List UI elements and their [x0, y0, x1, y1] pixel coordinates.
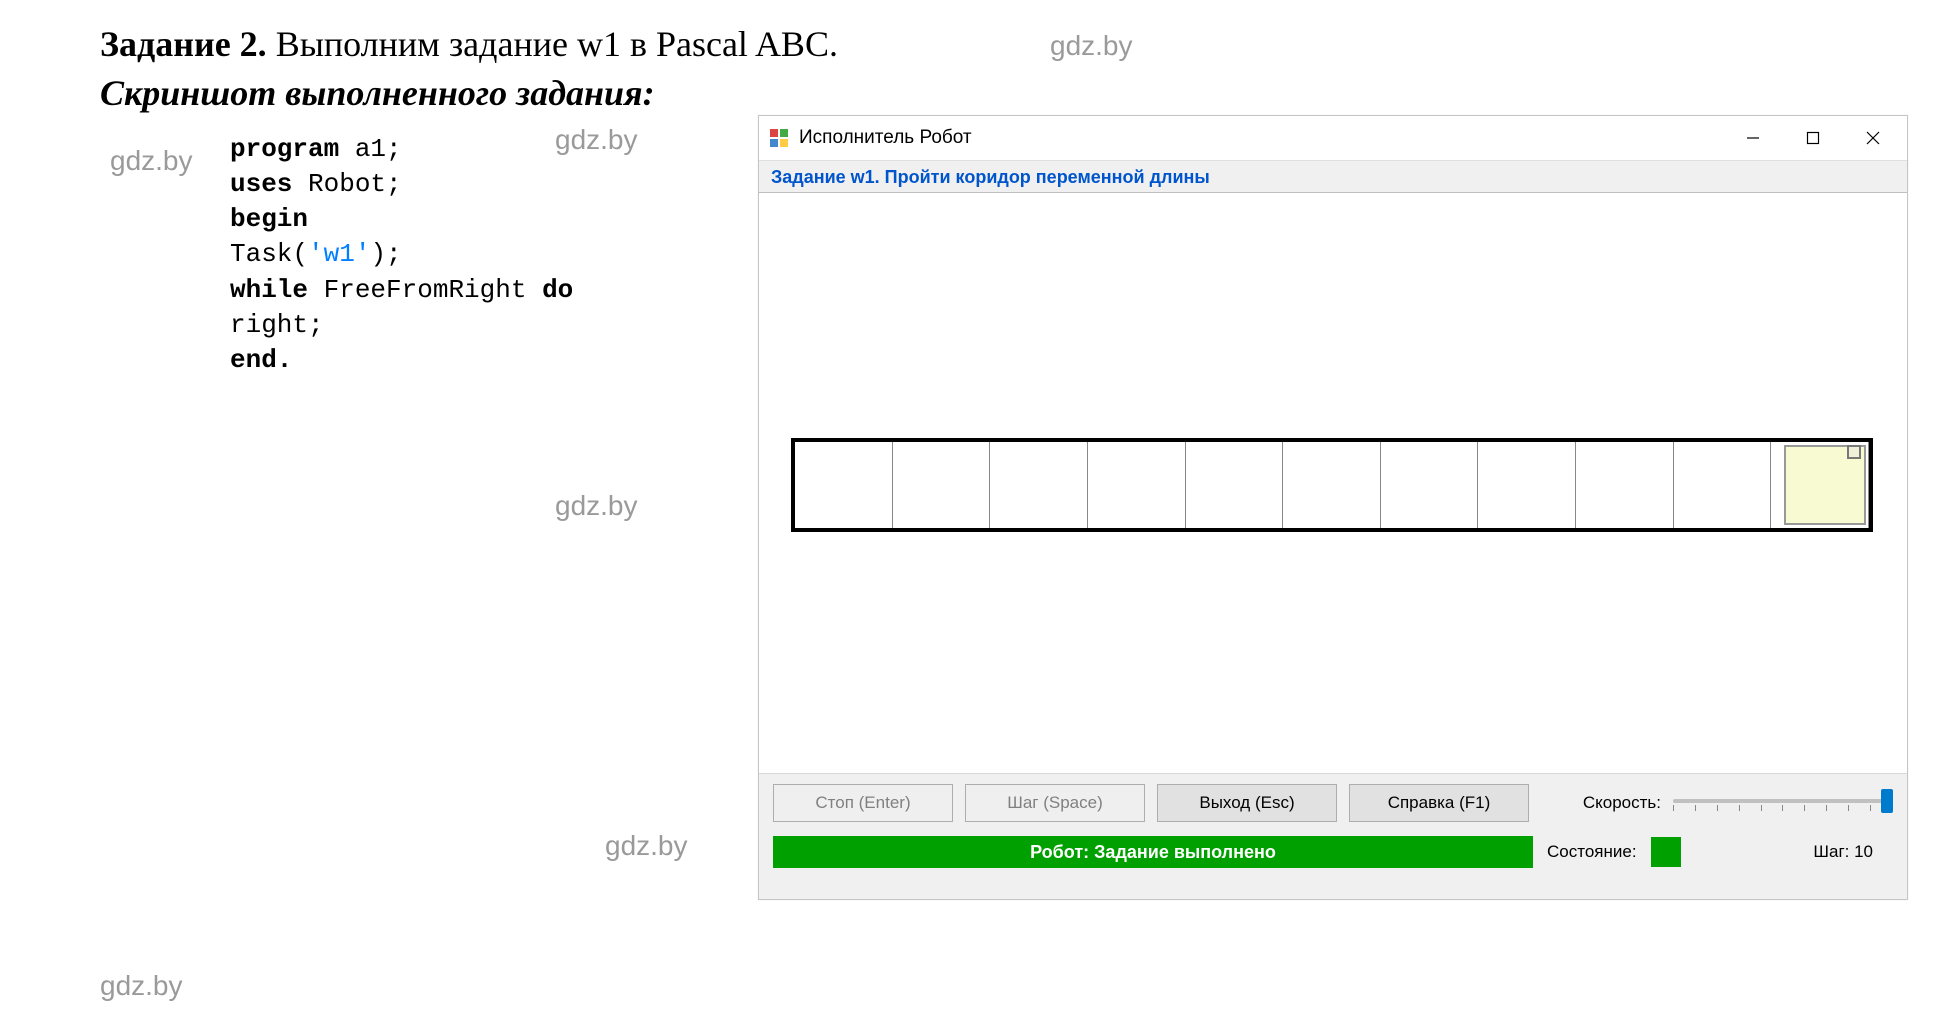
canvas-area — [759, 193, 1907, 773]
status-bar: Робот: Задание выполнено — [773, 836, 1533, 868]
robot-mark-icon — [1847, 445, 1861, 459]
stop-button[interactable]: Стоп (Enter) — [773, 784, 953, 822]
titlebar[interactable]: Исполнитель Робот — [759, 116, 1907, 161]
cell — [1186, 442, 1284, 528]
cell — [1381, 442, 1479, 528]
speed-slider[interactable] — [1673, 789, 1893, 817]
maximize-button[interactable] — [1783, 118, 1843, 158]
cell — [1478, 442, 1576, 528]
close-button[interactable] — [1843, 118, 1903, 158]
screenshot-label: Скриншот выполненного задания: — [100, 73, 655, 113]
cell — [893, 442, 991, 528]
cell — [795, 442, 893, 528]
app-icon — [769, 128, 789, 148]
exit-button[interactable]: Выход (Esc) — [1157, 784, 1337, 822]
minimize-button[interactable] — [1723, 118, 1783, 158]
step-button[interactable]: Шаг (Space) — [965, 784, 1145, 822]
state-indicator — [1651, 837, 1681, 867]
robot-window: Исполнитель Робот Задание w1. Пройти кор… — [758, 115, 1908, 900]
window-title: Исполнитель Робот — [799, 127, 1723, 149]
state-label: Состояние: — [1547, 842, 1637, 862]
help-button[interactable]: Справка (F1) — [1349, 784, 1529, 822]
speed-label: Скорость: — [1583, 793, 1661, 813]
corridor — [791, 438, 1873, 532]
robot-position — [1784, 445, 1866, 525]
watermark: gdz.by — [555, 490, 638, 522]
task-label: Задание 2. — [100, 24, 267, 64]
cell — [990, 442, 1088, 528]
step-count: Шаг: 10 — [1813, 842, 1873, 862]
task-text: Выполним задание w1 в Pascal ABC. — [276, 24, 838, 64]
code-editor[interactable]: program a1; uses Robot; begin Task('w1')… — [230, 127, 573, 378]
watermark: gdz.by — [605, 830, 688, 862]
task-header: Задание w1. Пройти коридор переменной дл… — [759, 161, 1907, 193]
cell — [1088, 442, 1186, 528]
bottom-panel: Стоп (Enter) Шаг (Space) Выход (Esc) Спр… — [759, 773, 1907, 899]
cell — [1674, 442, 1772, 528]
cell — [1576, 442, 1674, 528]
watermark: gdz.by — [100, 970, 183, 1002]
cell — [1283, 442, 1381, 528]
